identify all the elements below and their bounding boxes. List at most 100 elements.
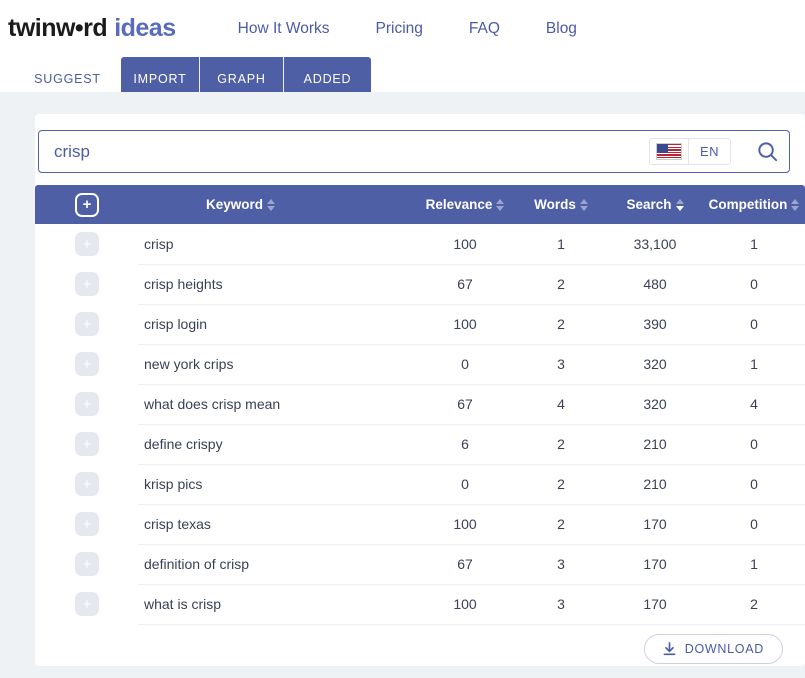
row-add-cell: + — [35, 464, 139, 504]
top-navigation-bar: twinw•rd ideas How It Works Pricing FAQ … — [0, 0, 805, 57]
table-row[interactable]: + define crispy 6 2 210 0 — [35, 424, 805, 465]
table-header-row: + Keyword Relevance Words Search Competi… — [35, 185, 805, 224]
cell-relevance: 100 — [415, 504, 515, 545]
cell-words: 3 — [515, 544, 607, 585]
cell-words: 2 — [515, 304, 607, 345]
cell-words: 1 — [515, 224, 607, 265]
table-row[interactable]: + crisp heights 67 2 480 0 — [35, 264, 805, 305]
cell-keyword: define crispy — [139, 424, 415, 465]
logo-wordmark: twinw•rd — [8, 14, 108, 42]
sort-toggle-relevance[interactable] — [496, 198, 505, 211]
cell-search: 480 — [607, 264, 703, 305]
download-button[interactable]: DOWNLOAD — [643, 634, 783, 664]
cell-keyword: what is crisp — [139, 584, 415, 625]
cell-keyword: definition of crisp — [139, 544, 415, 585]
column-header-keyword[interactable]: Keyword — [139, 185, 415, 224]
row-add-cell: + — [35, 544, 139, 584]
sort-toggle-keyword[interactable] — [267, 198, 276, 211]
column-label-competition: Competition — [708, 197, 788, 212]
cell-keyword: new york crips — [139, 344, 415, 385]
cell-keyword: what does crisp mean — [139, 384, 415, 425]
table-row[interactable]: + krisp pics 0 2 210 0 — [35, 464, 805, 505]
column-header-relevance[interactable]: Relevance — [415, 185, 515, 224]
plus-icon[interactable]: + — [75, 472, 99, 496]
row-add-cell: + — [35, 584, 139, 624]
cell-words: 2 — [515, 264, 607, 305]
primary-nav-links: How It Works Pricing FAQ Blog — [238, 20, 577, 38]
nav-link-pricing[interactable]: Pricing — [376, 20, 423, 38]
download-label: DOWNLOAD — [684, 642, 764, 656]
row-add-cell: + — [35, 424, 139, 464]
column-header-search[interactable]: Search — [607, 185, 703, 224]
table-row[interactable]: + new york crips 0 3 320 1 — [35, 344, 805, 385]
cell-search: 210 — [607, 464, 703, 505]
table-body: + crisp 100 1 33,100 1 + crisp heights 67 2 480 0 + c… — [35, 224, 805, 625]
plus-icon[interactable]: + — [75, 312, 99, 336]
nav-link-faq[interactable]: FAQ — [469, 20, 500, 38]
cell-search: 170 — [607, 584, 703, 625]
cell-relevance: 67 — [415, 264, 515, 305]
cell-words: 3 — [515, 344, 607, 385]
cell-search: 170 — [607, 504, 703, 545]
plus-icon[interactable]: + — [75, 552, 99, 576]
sort-toggle-words[interactable] — [579, 198, 588, 211]
column-add-all: + — [35, 185, 139, 224]
row-add-cell: + — [35, 264, 139, 304]
sort-toggle-search[interactable] — [675, 198, 684, 211]
cell-words: 2 — [515, 504, 607, 545]
language-code-label: EN — [699, 144, 719, 159]
plus-icon[interactable]: + — [75, 392, 99, 416]
plus-icon[interactable]: + — [75, 272, 99, 296]
table-row[interactable]: + crisp texas 100 2 170 0 — [35, 504, 805, 545]
table-row[interactable]: + definition of crisp 67 3 170 1 — [35, 544, 805, 585]
cell-competition: 4 — [703, 384, 805, 425]
row-add-cell: + — [35, 384, 139, 424]
plus-icon[interactable]: + — [75, 232, 99, 256]
cell-words: 4 — [515, 384, 607, 425]
search-input[interactable] — [39, 141, 649, 162]
cell-relevance: 100 — [415, 224, 515, 265]
nav-link-how-it-works[interactable]: How It Works — [238, 20, 330, 38]
plus-icon[interactable]: + — [75, 352, 99, 376]
table-footer: DOWNLOAD — [35, 626, 805, 666]
cell-relevance: 6 — [415, 424, 515, 465]
cell-competition: 2 — [703, 584, 805, 625]
column-label-search: Search — [626, 197, 672, 212]
cell-competition: 1 — [703, 544, 805, 585]
cell-competition: 0 — [703, 424, 805, 465]
column-header-competition[interactable]: Competition — [703, 185, 805, 224]
cell-keyword: crisp login — [139, 304, 415, 345]
table-row[interactable]: + what is crisp 100 3 170 2 — [35, 584, 805, 625]
cell-search: 320 — [607, 344, 703, 385]
cell-relevance: 100 — [415, 304, 515, 345]
sort-toggle-competition[interactable] — [791, 198, 800, 211]
tab-bar-bottom-gap — [0, 92, 805, 100]
nav-link-blog[interactable]: Blog — [546, 20, 577, 38]
cell-keyword: crisp texas — [139, 504, 415, 545]
table-row[interactable]: + what does crisp mean 67 4 320 4 — [35, 384, 805, 425]
row-add-cell: + — [35, 304, 139, 344]
plus-icon[interactable]: + — [75, 432, 99, 456]
plus-icon[interactable]: + — [75, 192, 99, 217]
cell-keyword: crisp heights — [139, 264, 415, 305]
cell-competition: 0 — [703, 304, 805, 345]
language-selector[interactable]: EN — [648, 138, 731, 165]
cell-competition: 0 — [703, 264, 805, 305]
logo[interactable]: twinw•rd ideas — [8, 14, 176, 43]
cell-words: 3 — [515, 584, 607, 625]
cell-words: 2 — [515, 464, 607, 505]
cell-relevance: 0 — [415, 344, 515, 385]
row-add-cell: + — [35, 344, 139, 384]
cell-search: 170 — [607, 544, 703, 585]
cell-relevance: 100 — [415, 584, 515, 625]
cell-keyword: crisp — [139, 224, 415, 265]
plus-icon[interactable]: + — [75, 512, 99, 536]
logo-product-name: ideas — [114, 14, 176, 42]
plus-icon[interactable]: + — [75, 592, 99, 616]
search-icon — [757, 142, 777, 162]
search-button[interactable] — [745, 131, 789, 172]
table-row[interactable]: + crisp login 100 2 390 0 — [35, 304, 805, 345]
cell-search: 390 — [607, 304, 703, 345]
table-row[interactable]: + crisp 100 1 33,100 1 — [35, 224, 805, 265]
column-header-words[interactable]: Words — [515, 185, 607, 224]
